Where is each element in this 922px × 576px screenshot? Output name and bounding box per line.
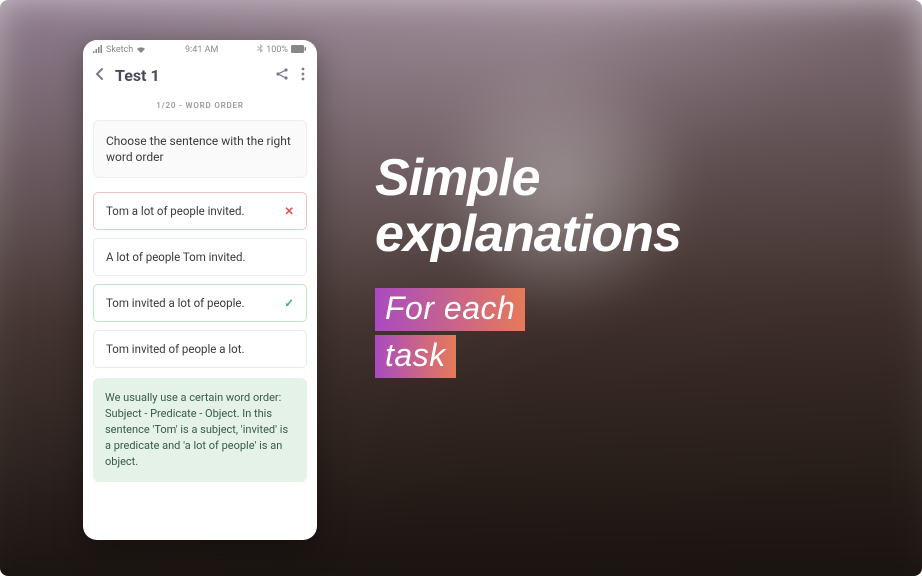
app-title: Test 1	[115, 66, 265, 85]
question-card: Choose the sentence with the right word …	[93, 120, 307, 178]
promo-frame: Sketch 9:41 AM 100% Test 1	[0, 0, 922, 576]
promo-title-line2: explanations	[375, 206, 882, 262]
quiz-content: Choose the sentence with the right word …	[83, 120, 317, 540]
option-text: Tom invited of people a lot.	[106, 342, 245, 356]
answer-option[interactable]: A lot of people Tom invited.	[93, 238, 307, 276]
back-button[interactable]	[93, 66, 107, 85]
phone-mockup: Sketch 9:41 AM 100% Test 1	[83, 40, 317, 540]
explanation-card: We usually use a certain word order: Sub…	[93, 378, 307, 482]
option-text: A lot of people Tom invited.	[106, 250, 246, 264]
bluetooth-icon	[257, 44, 263, 56]
status-left: Sketch	[93, 45, 146, 56]
battery-icon	[291, 45, 307, 56]
share-icon	[275, 67, 289, 81]
answer-option[interactable]: Tom a lot of people invited. ✕	[93, 192, 307, 230]
promo-title: Simple explanations	[375, 150, 882, 262]
promo-title-line1: Simple	[375, 150, 882, 206]
promo-sub-line1: For each	[375, 288, 525, 331]
chevron-left-icon	[93, 67, 107, 81]
promo-sub-line2: task	[375, 335, 456, 378]
promo-subtitle: For each task	[375, 288, 882, 382]
promo-text: Simple explanations For each task	[375, 150, 882, 382]
carrier-label: Sketch	[106, 45, 133, 55]
app-bar: Test 1	[83, 58, 317, 97]
answer-option[interactable]: Tom invited a lot of people. ✓	[93, 284, 307, 322]
battery-label: 100%	[266, 45, 288, 55]
wifi-icon	[136, 45, 146, 56]
status-bar: Sketch 9:41 AM 100%	[83, 40, 317, 58]
more-vertical-icon	[301, 67, 305, 81]
signal-icon	[93, 45, 103, 56]
share-button[interactable]	[273, 64, 291, 87]
status-right: 100%	[257, 44, 307, 56]
check-icon: ✓	[284, 296, 294, 310]
status-time: 9:41 AM	[185, 45, 218, 55]
progress-label: 1/20 - WORD ORDER	[83, 97, 317, 120]
more-button[interactable]	[299, 64, 307, 87]
option-text: Tom a lot of people invited.	[106, 204, 245, 218]
answer-option[interactable]: Tom invited of people a lot.	[93, 330, 307, 368]
option-text: Tom invited a lot of people.	[106, 296, 245, 310]
cross-icon: ✕	[284, 204, 294, 218]
